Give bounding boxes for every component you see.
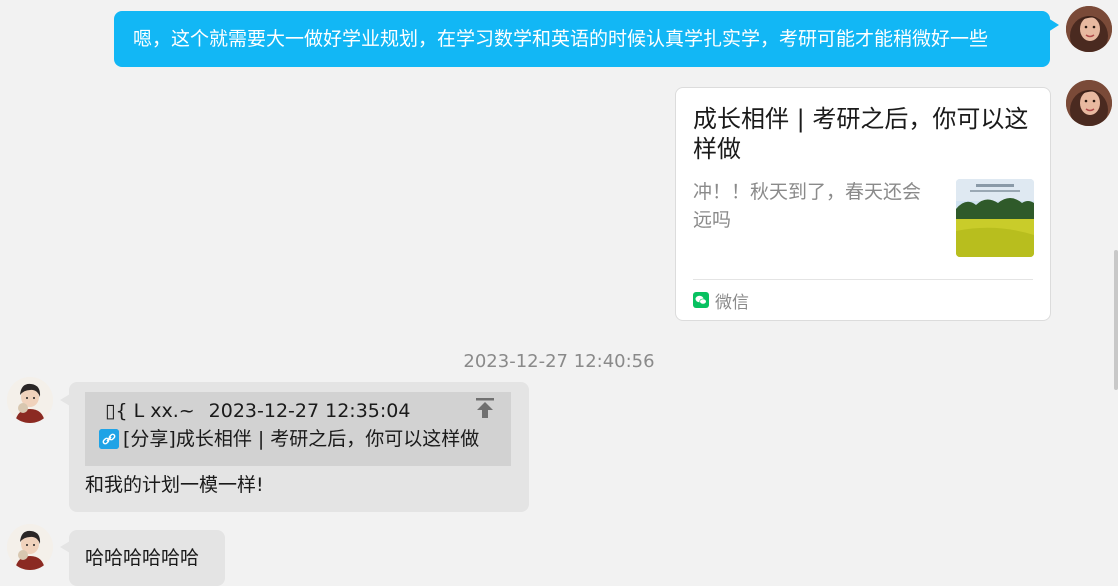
card-thumbnail — [956, 179, 1034, 257]
illustrated-avatar-icon — [7, 524, 53, 570]
quote-text: [分享]成长相伴 | 考研之后，你可以这样做 — [123, 428, 480, 450]
card-description: 冲！！秋天到了，春天还会远吗 — [693, 181, 922, 231]
outgoing-message-bubble[interactable]: 嗯，这个就需要大一做好学业规划，在学习数学和英语的时候认真学扎实学，考研可能才能… — [114, 11, 1050, 67]
card-divider — [693, 279, 1033, 280]
link-icon — [99, 429, 119, 449]
outgoing-bubble-tail — [1048, 18, 1059, 32]
card-source-label: 微信 — [715, 292, 749, 313]
incoming-message-bubble[interactable]: 哈哈哈哈哈哈 — [69, 530, 225, 586]
self-avatar[interactable] — [1066, 6, 1112, 52]
female-avatar-icon — [1066, 6, 1112, 52]
scrollbar[interactable] — [1114, 250, 1118, 390]
card-title: 成长相伴 | 考研之后，你可以这样做 — [693, 105, 1029, 163]
jump-to-message-icon[interactable] — [475, 397, 495, 419]
wechat-icon — [693, 292, 709, 308]
incoming-message-text: 哈哈哈哈哈哈 — [85, 547, 200, 569]
contact-avatar[interactable] — [7, 524, 53, 570]
illustrated-avatar-icon — [7, 377, 53, 423]
quoted-message[interactable]: ▯{ L xx.~ 2023-12-27 12:35:04 [分享]成长相伴 | … — [85, 392, 511, 466]
incoming-reply-bubble[interactable]: ▯{ L xx.~ 2023-12-27 12:35:04 [分享]成长相伴 | … — [69, 382, 529, 512]
contact-avatar[interactable] — [7, 377, 53, 423]
reply-text: 和我的计划一模一样! — [85, 474, 264, 496]
quote-author: ▯{ L xx.~ — [105, 400, 195, 422]
self-avatar[interactable] — [1066, 80, 1112, 126]
outgoing-message-text: 嗯，这个就需要大一做好学业规划，在学习数学和英语的时候认真学扎实学，考研可能才能… — [133, 28, 989, 50]
female-avatar-icon — [1066, 80, 1112, 126]
quote-time: 2023-12-27 12:35:04 — [208, 400, 411, 422]
quote-body: [分享]成长相伴 | 考研之后，你可以这样做 — [99, 426, 479, 452]
quote-header: ▯{ L xx.~ 2023-12-27 12:35:04 — [105, 398, 410, 424]
shared-article-card[interactable]: 成长相伴 | 考研之后，你可以这样做 冲！！秋天到了，春天还会远吗 微信 — [675, 87, 1051, 321]
landscape-thumbnail-icon — [956, 179, 1034, 257]
message-timestamp: 2023-12-27 12:40:56 — [463, 351, 655, 372]
card-source: 微信 — [693, 288, 749, 313]
